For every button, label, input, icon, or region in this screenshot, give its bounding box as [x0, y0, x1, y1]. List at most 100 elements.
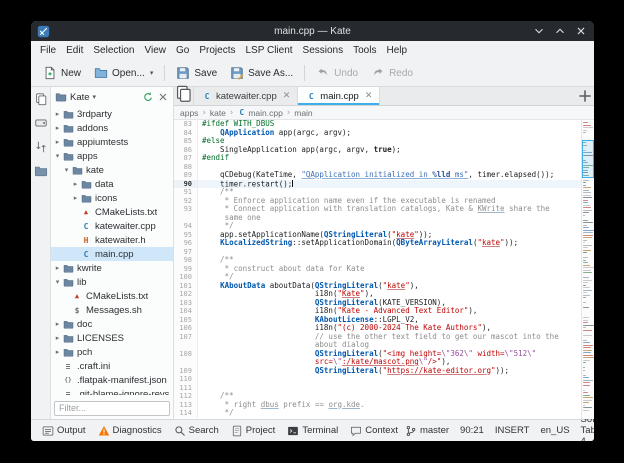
filter-input[interactable] [54, 400, 170, 416]
new-button[interactable]: New [37, 63, 87, 83]
tree-item-pch[interactable]: ▸ pch [51, 345, 173, 359]
tree-item-kwrite[interactable]: ▸ kwrite [51, 261, 173, 275]
code-line-110[interactable]: 110 [174, 375, 581, 384]
reload-project-button[interactable] [142, 91, 154, 103]
code-line-86[interactable]: 86 SingleApplication app(argc, argv, tru… [174, 145, 581, 154]
tree-item-kate[interactable]: ▾ kate [51, 163, 173, 177]
code-line-wrap[interactable]: same one [174, 213, 581, 222]
tab-main-cpp[interactable]: Cmain.cpp ✕ [298, 87, 381, 105]
statusbar-project-button[interactable]: Project [226, 423, 281, 439]
tree-item-addons[interactable]: ▸ addons [51, 121, 173, 135]
tree-item-cmakelists-txt[interactable]: ▲ CMakeLists.txt [51, 205, 173, 219]
code-line-114[interactable]: 114 */ [174, 408, 581, 418]
tab-katewaiter-cpp[interactable]: Ckatewaiter.cpp ✕ [194, 87, 299, 105]
menu-tools[interactable]: Tools [348, 43, 381, 58]
document-list-button[interactable] [174, 85, 194, 105]
open-button[interactable]: Open... ▾ [88, 63, 159, 83]
code-line-97[interactable]: 97 [174, 247, 581, 256]
chevron-right-icon[interactable]: ▸ [71, 180, 80, 188]
menu-lsp-client[interactable]: LSP Client [240, 43, 297, 58]
title-bar[interactable]: main.cpp — Kate [31, 21, 594, 41]
tree-item-apps[interactable]: ▾ apps [51, 149, 173, 163]
maximize-button[interactable] [553, 24, 567, 38]
close-project-button[interactable] [157, 91, 169, 103]
chevron-right-icon[interactable]: ▸ [53, 264, 62, 272]
line-number: 86 [174, 145, 198, 154]
statusbar-context-button[interactable]: Context [345, 423, 403, 439]
save-button[interactable]: Save [170, 63, 223, 83]
chevron-down-icon[interactable]: ▾ [62, 166, 71, 174]
breadcrumb-main-cpp[interactable]: Cmain.cpp [237, 108, 282, 118]
tree-item-icons[interactable]: ▸ icons [51, 191, 173, 205]
tree-item-main-cpp[interactable]: Cmain.cpp [51, 247, 173, 261]
minimize-button[interactable] [532, 24, 546, 38]
code-line-113[interactable]: 113 * right dbus prefix == org.kde. [174, 400, 581, 409]
menu-projects[interactable]: Projects [194, 43, 240, 58]
status-master[interactable]: master [405, 425, 449, 437]
statusbar-terminal-button[interactable]: Terminal [282, 423, 343, 439]
chevron-down-icon[interactable]: ▾ [53, 152, 62, 160]
code-line-109[interactable]: 109 QStringLiteral("https://kate-editor.… [174, 366, 581, 375]
tree-item-data[interactable]: ▸ data [51, 177, 173, 191]
tool-projects-button[interactable] [34, 164, 48, 178]
project-selector[interactable]: Kate [70, 92, 90, 103]
tree-item-doc[interactable]: ▸ doc [51, 317, 173, 331]
menu-go[interactable]: Go [171, 43, 194, 58]
tool-filesystem-browser-button[interactable] [34, 116, 48, 130]
chevron-right-icon[interactable]: ▸ [53, 320, 62, 328]
menu-selection[interactable]: Selection [88, 43, 139, 58]
undo-button[interactable]: Undo [310, 63, 364, 83]
code-lines[interactable]: 83 #ifdef WITH_DBUS 84 QApplication app(ar… [174, 120, 581, 419]
breadcrumb-apps[interactable]: apps [180, 108, 198, 118]
code-line-96[interactable]: 96 KLocalizedString::setApplicationDomai… [174, 238, 581, 248]
status-90-21[interactable]: 90:21 [460, 425, 484, 436]
tree-item-git-blame-ignore-revs[interactable]: ≡ .git-blame-ignore-revs [51, 387, 173, 396]
tool-documents-button[interactable] [34, 92, 48, 106]
menu-edit[interactable]: Edit [61, 43, 88, 58]
tree-item-licenses[interactable]: ▸ LICENSES [51, 331, 173, 345]
save-as-button[interactable]: Save As... [224, 63, 299, 83]
statusbar-output-button[interactable]: Output [37, 423, 91, 439]
code-line-111[interactable]: 111 [174, 383, 581, 392]
minimap[interactable] [581, 120, 594, 419]
code-line-90[interactable]: 90 timer.restart(); [174, 179, 581, 188]
tree-item-katewaiter-cpp[interactable]: Ckatewaiter.cpp [51, 219, 173, 233]
code-line-87[interactable]: 87 #endif [174, 153, 581, 163]
close-tab-icon[interactable]: ✕ [365, 91, 373, 101]
chevron-right-icon[interactable]: ▸ [53, 138, 62, 146]
chevron-right-icon[interactable]: ▸ [53, 110, 62, 118]
menu-sessions[interactable]: Sessions [298, 43, 349, 58]
tree-item-flatpak-manifest-json[interactable]: {} .flatpak-manifest.json [51, 373, 173, 387]
breadcrumb-kate[interactable]: kate [210, 108, 226, 118]
chevron-right-icon[interactable]: ▸ [53, 348, 62, 356]
minimap-viewport[interactable] [582, 140, 594, 178]
code-line-84[interactable]: 84 QApplication app(argc, argv); [174, 128, 581, 137]
statusbar-diagnostics-button[interactable]: Diagnostics [93, 423, 167, 439]
tree-item-appiumtests[interactable]: ▸ appiumtests [51, 135, 173, 149]
status-en-us[interactable]: en_US [540, 425, 569, 436]
menu-help[interactable]: Help [381, 43, 412, 58]
tree-item-3rdparty[interactable]: ▸ 3rdparty [51, 107, 173, 121]
tree-item-lib[interactable]: ▾ lib [51, 275, 173, 289]
new-tab-button[interactable] [576, 87, 594, 105]
close-tab-icon[interactable]: ✕ [283, 91, 291, 101]
menu-view[interactable]: View [140, 43, 172, 58]
close-button[interactable] [574, 24, 588, 38]
menu-file[interactable]: File [35, 43, 61, 58]
code-line-99[interactable]: 99 * construct about data for Kate [174, 264, 581, 273]
breadcrumb-main[interactable]: main [294, 108, 312, 118]
status-insert[interactable]: INSERT [495, 425, 530, 436]
code-text: KLocalizedString::setApplicationDomain(Q… [198, 238, 581, 248]
chevron-right-icon[interactable]: ▸ [71, 194, 80, 202]
redo-button[interactable]: Redo [365, 63, 419, 83]
tool-git-button[interactable] [34, 140, 48, 154]
tree-item-katewaiter-h[interactable]: Hkatewaiter.h [51, 233, 173, 247]
chevron-right-icon[interactable]: ▸ [53, 334, 62, 342]
statusbar-search-button[interactable]: Search [169, 423, 224, 439]
chevron-down-icon[interactable]: ▾ [53, 278, 62, 286]
statusbar-button-label: Diagnostics [112, 425, 162, 436]
chevron-right-icon[interactable]: ▸ [53, 124, 62, 132]
tree-item-cmakelists-txt[interactable]: ▲ CMakeLists.txt [51, 289, 173, 303]
tree-item-messages-sh[interactable]: $ Messages.sh [51, 303, 173, 317]
tree-item-craft-ini[interactable]: ≡ .craft.ini [51, 359, 173, 373]
